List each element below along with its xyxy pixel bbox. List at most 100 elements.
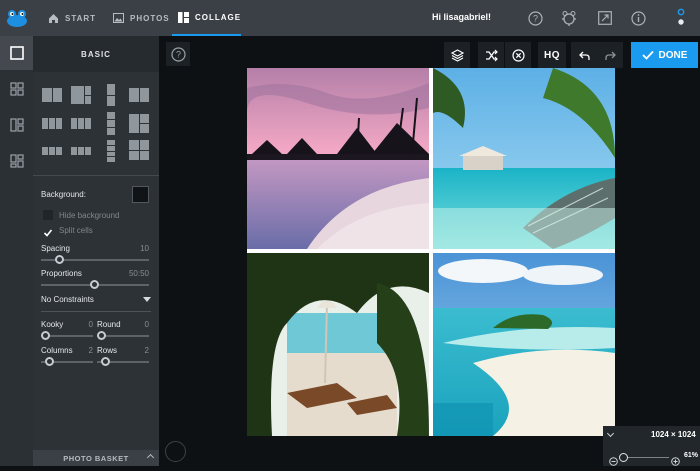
template-3-thin-alt[interactable] [71, 147, 91, 155]
hq-button[interactable]: HQ [538, 42, 566, 68]
columns-slider-knob[interactable] [45, 357, 54, 366]
redo-button[interactable] [597, 42, 623, 68]
chevron-down-icon [143, 297, 151, 302]
expand-icon[interactable] [597, 10, 613, 26]
spacing-slider-knob[interactable] [55, 255, 64, 264]
clear-button[interactable] [505, 42, 531, 68]
undo-button[interactable] [571, 42, 597, 68]
rows-value: 2 [144, 346, 149, 355]
settings-panel: BASIC Background: Hide background Split … [33, 36, 159, 466]
island-sandbar-photo[interactable] [433, 253, 615, 436]
more-icon[interactable] [676, 8, 686, 26]
undo-icon [578, 51, 590, 60]
tab-photos-label: PHOTOS [130, 13, 170, 23]
collage-icon [178, 11, 189, 23]
zoom-out-icon[interactable] [609, 453, 618, 471]
sunset-beach-photo[interactable] [247, 68, 429, 249]
user-greeting[interactable]: Hi lisagabriel! [432, 12, 491, 22]
columns-label: Columns [41, 346, 73, 355]
kooky-value: 0 [88, 320, 93, 329]
background-label: Background: [41, 190, 86, 199]
round-value: 0 [144, 320, 149, 329]
canvas-circle-button[interactable] [165, 441, 186, 462]
proportions-value: 50:50 [128, 269, 149, 278]
columns-value: 2 [88, 346, 93, 355]
template-2x2[interactable] [129, 140, 149, 160]
frog-settings-icon[interactable] [560, 10, 578, 26]
help-icon: ? [170, 46, 186, 62]
svg-text:?: ? [175, 49, 180, 59]
template-2-horizontal[interactable] [42, 88, 62, 102]
layout-single-icon [9, 46, 24, 60]
constraints-underline [41, 311, 151, 312]
hide-background-checkbox[interactable] [43, 210, 53, 220]
shuffle-button[interactable] [478, 42, 504, 68]
template-3-vertical[interactable] [107, 112, 115, 135]
zoom-in-icon[interactable] [671, 453, 680, 471]
template-3-row[interactable] [71, 118, 91, 129]
shuffle-icon [485, 49, 498, 61]
canvas-help-button[interactable]: ? [166, 42, 190, 66]
rows-slider-knob[interactable] [101, 357, 110, 366]
redo-icon [604, 51, 616, 60]
template-3-thin[interactable] [42, 147, 62, 155]
layout-mixed-icon [9, 154, 24, 168]
chevron-down-icon[interactable] [606, 429, 615, 438]
tab-collage[interactable]: COLLAGE [172, 0, 241, 36]
kooky-label: Kooky [41, 320, 64, 329]
template-1-2[interactable] [71, 86, 91, 104]
collage-canvas [247, 68, 615, 436]
zoom-level-label: 61% [684, 452, 699, 459]
chevron-up-icon [146, 453, 155, 462]
clear-icon [511, 48, 525, 62]
panel-divider [33, 175, 159, 176]
spacing-value: 10 [140, 244, 149, 253]
checkmark-icon [641, 50, 654, 60]
rows-label: Rows [97, 346, 118, 355]
zoom-slider-track[interactable] [621, 457, 669, 458]
layout-columns-button[interactable] [0, 108, 33, 142]
proportions-slider-knob[interactable] [90, 280, 99, 289]
hide-background-label: Hide background [59, 211, 120, 220]
frog-logo-icon[interactable] [0, 0, 34, 36]
template-3-horizontal[interactable] [42, 118, 62, 129]
round-slider-knob[interactable] [97, 331, 106, 340]
info-icon[interactable] [630, 10, 646, 26]
template-2-wide[interactable] [129, 88, 149, 102]
photo-icon [113, 13, 124, 24]
layers-button[interactable] [444, 42, 470, 68]
help-icon[interactable]: ? [527, 10, 543, 26]
layout-rail [0, 36, 33, 466]
constraints-dropdown[interactable]: No Constraints [41, 295, 151, 307]
spacing-label: Spacing [41, 244, 70, 253]
proportions-label: Proportions [41, 269, 82, 278]
overwater-bungalow-photo[interactable] [433, 68, 615, 249]
home-icon [48, 13, 59, 24]
tab-start[interactable]: START [46, 0, 98, 36]
zoom-slider-knob[interactable] [619, 453, 628, 462]
template-1-2-right[interactable] [129, 114, 149, 133]
layout-grid-icon [9, 82, 24, 96]
svg-text:?: ? [532, 13, 537, 23]
panel-title: BASIC [33, 36, 159, 72]
template-4-vertical[interactable] [107, 140, 115, 162]
layers-icon [450, 48, 464, 62]
tab-collage-label: COLLAGE [195, 12, 242, 22]
done-label: DONE [658, 49, 688, 61]
checkmark-icon [43, 229, 53, 237]
constraints-value: No Constraints [41, 295, 94, 304]
split-cells-checkbox[interactable] [43, 225, 53, 237]
layout-grid-button[interactable] [0, 72, 33, 106]
done-button[interactable]: DONE [631, 42, 698, 68]
background-color-swatch[interactable] [132, 186, 149, 203]
round-label: Round [97, 320, 121, 329]
tab-photos[interactable]: PHOTOS [111, 0, 172, 36]
top-bar: START PHOTOS COLLAGE Hi lisagabriel! ? [0, 0, 700, 36]
layout-single-button[interactable] [0, 36, 33, 70]
photo-basket-toggle[interactable]: PHOTO BASKET [33, 450, 159, 466]
kooky-slider-knob[interactable] [41, 331, 50, 340]
template-2-vertical[interactable] [107, 84, 115, 106]
beach-loungers-photo[interactable] [247, 253, 429, 436]
canvas-size-label: 1024 × 1024 [651, 430, 696, 439]
layout-mixed-button[interactable] [0, 144, 33, 178]
